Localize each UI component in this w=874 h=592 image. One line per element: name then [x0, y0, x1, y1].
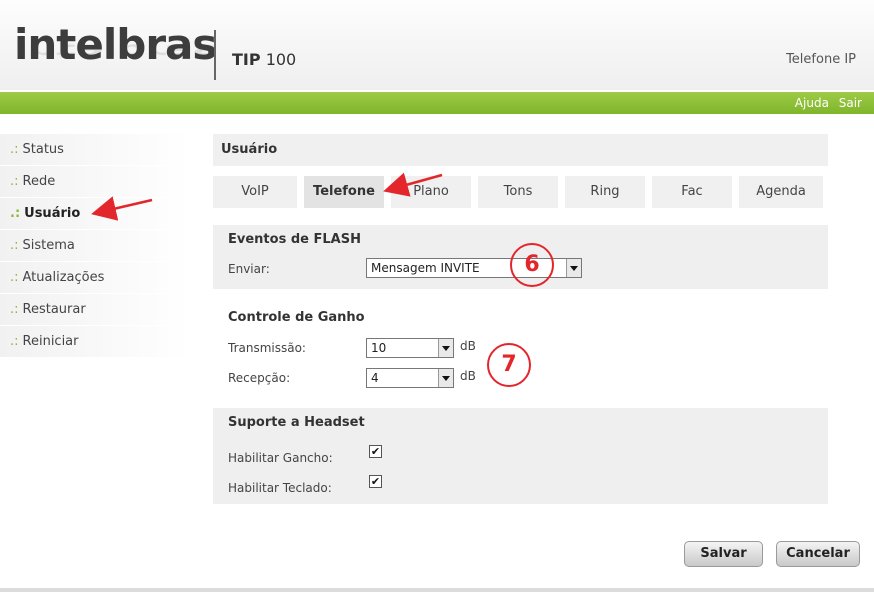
annotation-arrows — [91, 172, 443, 221]
footer-strip — [0, 588, 874, 592]
arrow-to-usuario-icon — [91, 196, 153, 221]
page: intelbras intelbras TIP 100 Telefone IP … — [0, 0, 874, 592]
arrow-to-telefone-tab-icon — [383, 172, 443, 197]
